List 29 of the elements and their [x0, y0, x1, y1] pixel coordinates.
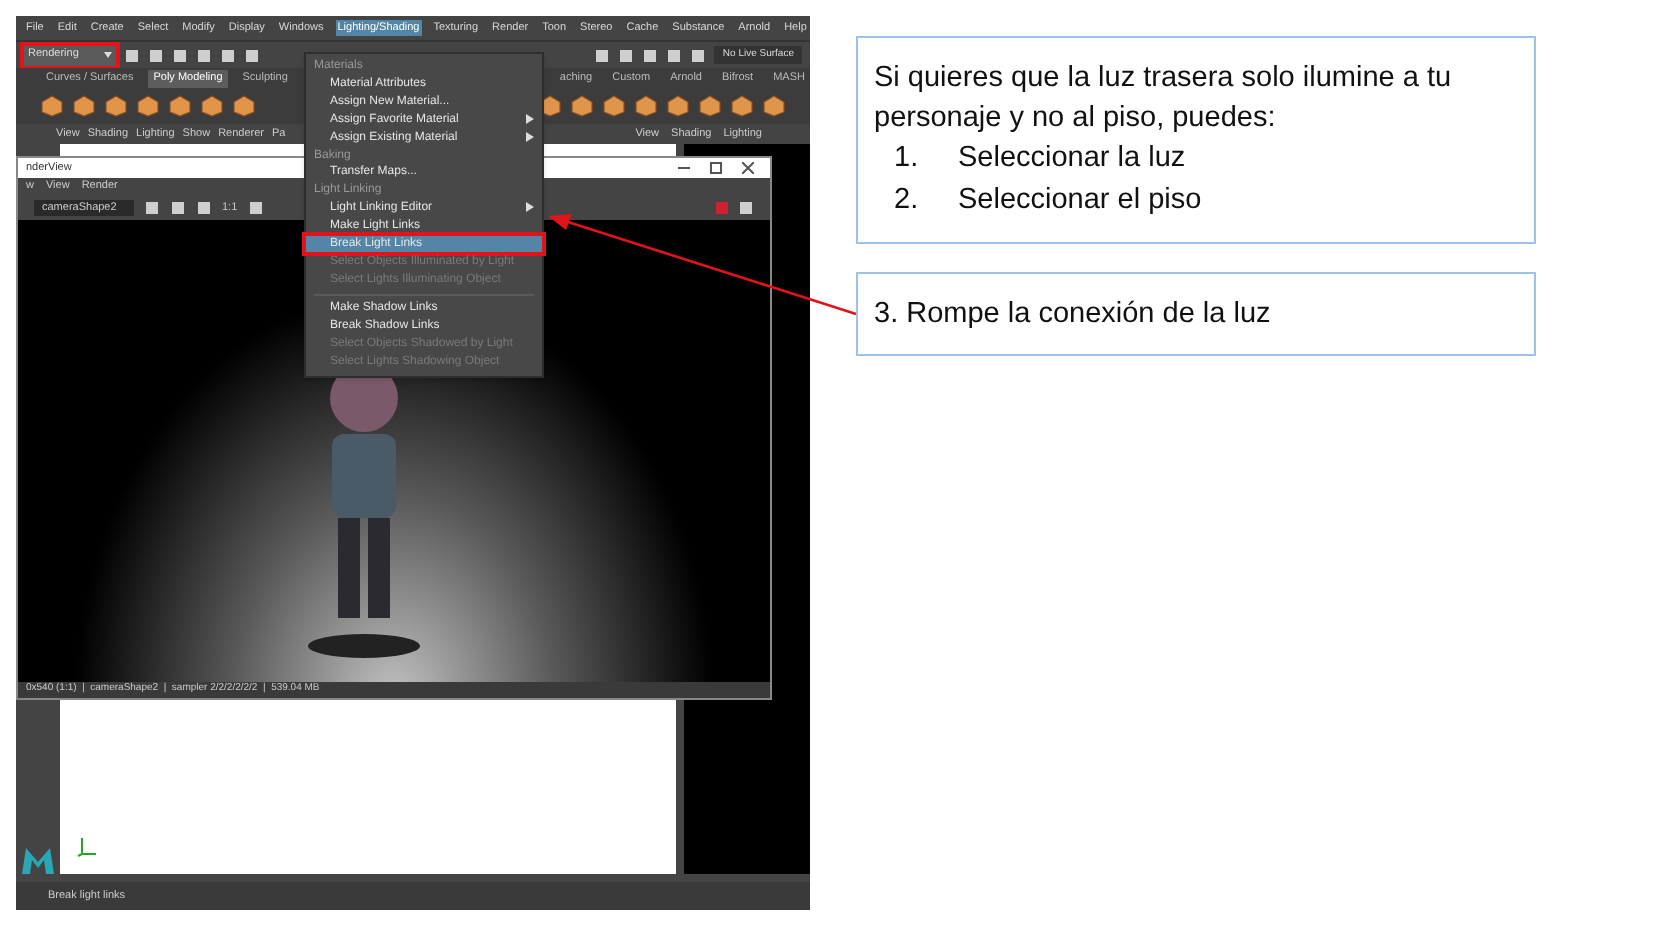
shelf-tool-icon[interactable] [200, 94, 224, 118]
shelf-tool-icon[interactable] [104, 94, 128, 118]
tool-icon[interactable] [738, 200, 754, 216]
minimize-icon[interactable] [678, 162, 690, 174]
shelf-tool-icon[interactable] [666, 94, 690, 118]
step-number: 1. [894, 140, 921, 178]
shelf-tool-icon[interactable] [730, 94, 754, 118]
shelf-tool-icon[interactable] [136, 94, 160, 118]
maya-logo [22, 848, 54, 874]
shelf-tool-icon[interactable] [602, 94, 626, 118]
shelf-tool-icon[interactable] [698, 94, 722, 118]
step-number: 2. [894, 182, 921, 220]
shelf-tool-icon[interactable] [40, 94, 64, 118]
shelf-tool-icon[interactable] [168, 94, 192, 118]
maximize-icon[interactable] [710, 162, 722, 174]
shelf-tool-icon[interactable] [634, 94, 658, 118]
shelf-tool-icon[interactable] [72, 94, 96, 118]
shelf-tool-icon[interactable] [570, 94, 594, 118]
dropdown-caret-icon [104, 52, 112, 58]
shelf-tool-icon[interactable] [762, 94, 786, 118]
step-text: Seleccionar la luz [958, 140, 1186, 178]
step-text: Seleccionar el piso [958, 182, 1202, 220]
callout-text: 3. Rompe la conexión de la luz [874, 296, 1273, 334]
callout-text: Si quieres que la luz trasera solo ilumine a tu personaje y no al piso, puedes: [874, 60, 1454, 138]
close-icon[interactable] [742, 162, 754, 174]
shelf-tool-icon[interactable] [232, 94, 256, 118]
axis-icon [76, 834, 100, 858]
submenu-arrow-icon [526, 202, 534, 213]
tool-icon[interactable] [247, 200, 264, 216]
